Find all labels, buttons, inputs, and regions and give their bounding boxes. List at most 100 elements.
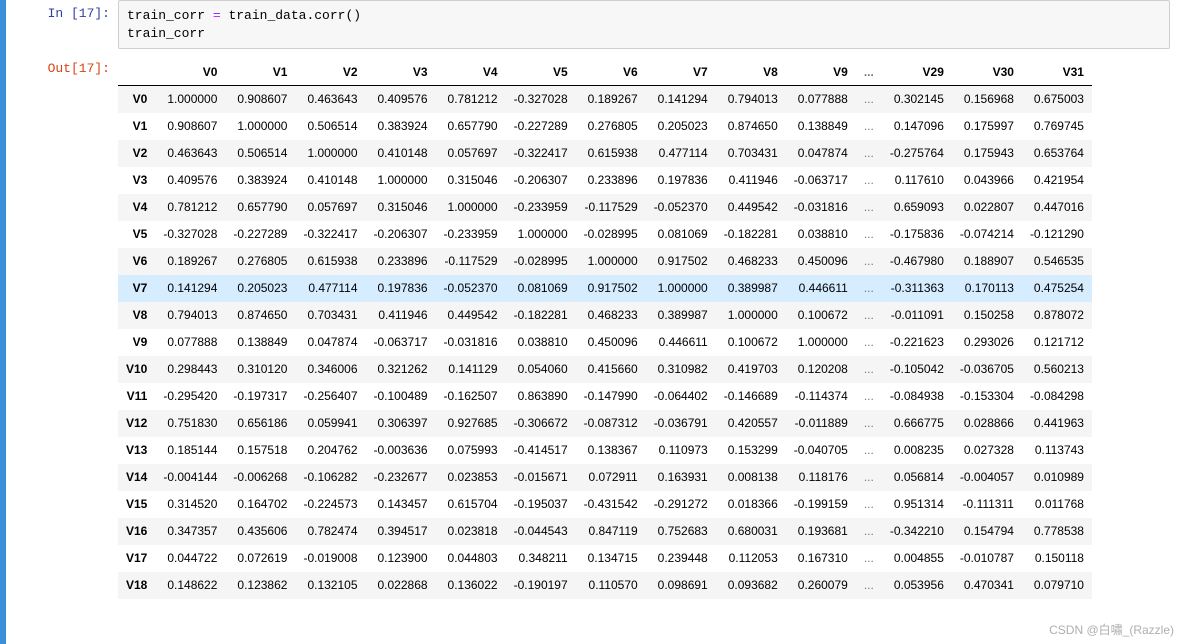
table-row[interactable]: V30.4095760.3839240.4101481.0000000.3150… — [118, 167, 1092, 194]
table-row[interactable]: V130.1851440.1575180.204762-0.0036360.07… — [118, 437, 1092, 464]
table-cell: 0.410148 — [295, 167, 365, 194]
row-header: V10 — [118, 356, 155, 383]
table-cell: -0.327028 — [155, 221, 225, 248]
table-cell: 0.680031 — [716, 518, 786, 545]
table-cell: 0.463643 — [295, 86, 365, 113]
column-header: V29 — [882, 59, 952, 86]
row-header: V6 — [118, 248, 155, 275]
table-cell: -0.004057 — [952, 464, 1022, 491]
table-cell: 0.023853 — [436, 464, 506, 491]
table-cell: 0.056814 — [882, 464, 952, 491]
table-cell: 0.468233 — [576, 302, 646, 329]
table-cell: -0.227289 — [225, 221, 295, 248]
table-cell: 0.141294 — [155, 275, 225, 302]
row-header: V11 — [118, 383, 155, 410]
table-cell: 0.189267 — [155, 248, 225, 275]
table-row[interactable]: V5-0.327028-0.227289-0.322417-0.206307-0… — [118, 221, 1092, 248]
table-cell: -0.256407 — [295, 383, 365, 410]
table-cell: ... — [856, 437, 882, 464]
table-row[interactable]: V20.4636430.5065141.0000000.4101480.0576… — [118, 140, 1092, 167]
table-cell: -0.291272 — [646, 491, 716, 518]
table-cell: 0.927685 — [436, 410, 506, 437]
table-row[interactable]: V70.1412940.2050230.4771140.197836-0.052… — [118, 275, 1092, 302]
table-cell: -0.084298 — [1022, 383, 1092, 410]
table-cell: 0.411946 — [366, 302, 436, 329]
table-cell: -0.040705 — [786, 437, 856, 464]
table-cell: 0.072619 — [225, 545, 295, 572]
table-cell: 0.908607 — [155, 113, 225, 140]
code-input[interactable]: train_corr = train_data.corr() train_cor… — [118, 0, 1170, 49]
table-cell: 0.276805 — [576, 113, 646, 140]
table-row[interactable]: V160.3473570.4356060.7824740.3945170.023… — [118, 518, 1092, 545]
table-row[interactable]: V40.7812120.6577900.0576970.3150461.0000… — [118, 194, 1092, 221]
table-row[interactable]: V150.3145200.164702-0.2245730.1434570.61… — [118, 491, 1092, 518]
table-cell: 0.059941 — [295, 410, 365, 437]
table-cell: 0.421954 — [1022, 167, 1092, 194]
table-cell: 0.148622 — [155, 572, 225, 599]
table-cell: 0.141129 — [436, 356, 506, 383]
table-cell: 0.138849 — [786, 113, 856, 140]
row-header: V0 — [118, 86, 155, 113]
table-cell: ... — [856, 518, 882, 545]
table-row[interactable]: V80.7940130.8746500.7034310.4119460.4495… — [118, 302, 1092, 329]
table-cell: -0.064402 — [646, 383, 716, 410]
table-cell: 0.120208 — [786, 356, 856, 383]
table-cell: -0.153304 — [952, 383, 1022, 410]
table-cell: 0.389987 — [716, 275, 786, 302]
table-row[interactable]: V180.1486220.1238620.1321050.0228680.136… — [118, 572, 1092, 599]
table-cell: 0.276805 — [225, 248, 295, 275]
table-cell: 0.675003 — [1022, 86, 1092, 113]
table-cell: -0.182281 — [506, 302, 576, 329]
table-cell: 0.205023 — [646, 113, 716, 140]
code-line-1: train_corr = train_data.corr() — [127, 7, 1161, 25]
column-header: V31 — [1022, 59, 1092, 86]
table-cell: 1.000000 — [155, 86, 225, 113]
table-cell: ... — [856, 302, 882, 329]
table-cell: 0.057697 — [295, 194, 365, 221]
table-row[interactable]: V170.0447220.072619-0.0190080.1239000.04… — [118, 545, 1092, 572]
column-header: V0 — [155, 59, 225, 86]
row-header: V9 — [118, 329, 155, 356]
table-cell: 0.752683 — [646, 518, 716, 545]
table-cell: ... — [856, 140, 882, 167]
table-row[interactable]: V60.1892670.2768050.6159380.233896-0.117… — [118, 248, 1092, 275]
table-cell: 0.315046 — [366, 194, 436, 221]
table-cell: 1.000000 — [786, 329, 856, 356]
table-cell: 0.874650 — [225, 302, 295, 329]
table-cell: ... — [856, 545, 882, 572]
table-row[interactable]: V10.9086071.0000000.5065140.3839240.6577… — [118, 113, 1092, 140]
table-row[interactable]: V14-0.004144-0.006268-0.106282-0.2326770… — [118, 464, 1092, 491]
table-cell: ... — [856, 464, 882, 491]
table-cell: -0.162507 — [436, 383, 506, 410]
table-cell: -0.052370 — [436, 275, 506, 302]
table-cell: 0.077888 — [155, 329, 225, 356]
table-row[interactable]: V120.7518300.6561860.0599410.3063970.927… — [118, 410, 1092, 437]
table-cell: 0.769745 — [1022, 113, 1092, 140]
row-header: V12 — [118, 410, 155, 437]
table-cell: 0.415660 — [576, 356, 646, 383]
table-cell: 0.346006 — [295, 356, 365, 383]
table-cell: ... — [856, 410, 882, 437]
table-row[interactable]: V11-0.295420-0.197317-0.256407-0.100489-… — [118, 383, 1092, 410]
column-header: V3 — [366, 59, 436, 86]
table-cell: 0.028866 — [952, 410, 1022, 437]
table-cell: -0.004144 — [155, 464, 225, 491]
table-cell: 0.794013 — [155, 302, 225, 329]
table-cell: 0.506514 — [225, 140, 295, 167]
table-cell: 0.703431 — [295, 302, 365, 329]
table-cell: 0.118176 — [786, 464, 856, 491]
table-cell: -0.031816 — [786, 194, 856, 221]
table-row[interactable]: V90.0778880.1388490.047874-0.063717-0.03… — [118, 329, 1092, 356]
table-cell: 0.847119 — [576, 518, 646, 545]
table-cell: 0.112053 — [716, 545, 786, 572]
table-row[interactable]: V100.2984430.3101200.3460060.3212620.141… — [118, 356, 1092, 383]
table-row[interactable]: V01.0000000.9086070.4636430.4095760.7812… — [118, 86, 1092, 113]
table-cell: 1.000000 — [436, 194, 506, 221]
table-cell: 0.778538 — [1022, 518, 1092, 545]
row-header: V5 — [118, 221, 155, 248]
table-cell: 1.000000 — [716, 302, 786, 329]
table-cell: ... — [856, 221, 882, 248]
table-cell: 0.411946 — [716, 167, 786, 194]
notebook: In [17]: train_corr = train_data.corr() … — [0, 0, 1184, 599]
table-cell: 0.389987 — [646, 302, 716, 329]
